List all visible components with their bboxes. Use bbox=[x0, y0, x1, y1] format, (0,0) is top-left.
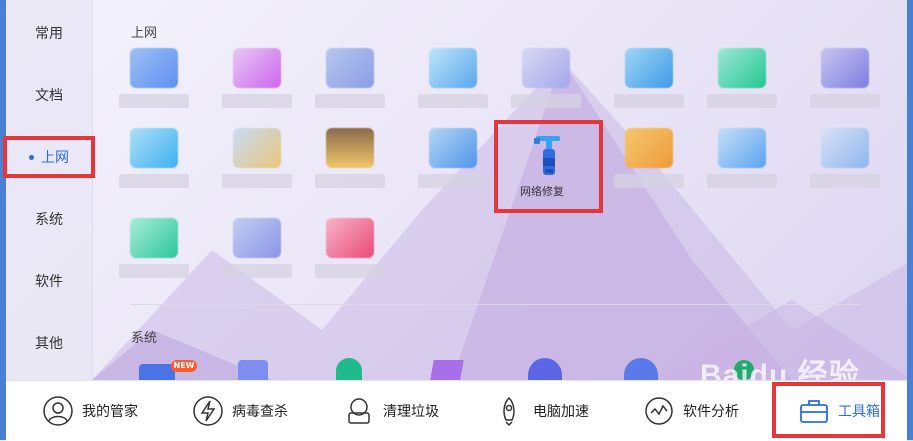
tool-tile[interactable] bbox=[217, 214, 297, 286]
tool-tile[interactable] bbox=[702, 124, 782, 196]
tool-tile[interactable] bbox=[114, 214, 194, 286]
system-tool-icon[interactable] bbox=[139, 364, 175, 380]
tool-tile[interactable] bbox=[217, 44, 297, 116]
nav-virus-scan[interactable]: 病毒查杀 bbox=[192, 381, 288, 441]
nav-software-analysis[interactable]: 软件分析 bbox=[643, 381, 739, 441]
tool-tile[interactable] bbox=[114, 44, 194, 116]
section-divider bbox=[130, 304, 860, 305]
section-title-internet: 上网 bbox=[131, 26, 158, 41]
tool-tile[interactable] bbox=[310, 124, 390, 196]
tool-tile[interactable] bbox=[413, 124, 493, 196]
category-sidebar: 常用 文档 上网 系统 软件 其他 bbox=[6, 0, 93, 380]
highlight-box-internet-tab bbox=[3, 136, 95, 178]
sidebar-item-documents[interactable]: 文档 bbox=[6, 64, 92, 126]
broom-icon bbox=[348, 398, 370, 424]
sidebar-item-common[interactable]: 常用 bbox=[6, 2, 92, 64]
tool-tile[interactable] bbox=[805, 124, 885, 196]
tool-tile[interactable] bbox=[609, 44, 689, 116]
nav-my-manager[interactable]: 我的管家 bbox=[42, 381, 138, 441]
sidebar-item-system[interactable]: 系统 bbox=[6, 188, 92, 250]
tool-tile[interactable] bbox=[114, 124, 194, 196]
sidebar-item-software[interactable]: 软件 bbox=[6, 250, 92, 312]
tool-tile[interactable] bbox=[217, 124, 297, 196]
nav-clean-junk[interactable]: 清理垃圾 bbox=[343, 381, 439, 441]
new-badge: NEW bbox=[171, 360, 197, 372]
avatar-icon bbox=[43, 396, 73, 426]
tool-tile[interactable] bbox=[413, 44, 493, 116]
sidebar-item-other[interactable]: 其他 bbox=[6, 312, 92, 374]
tool-tile[interactable] bbox=[805, 44, 885, 116]
lightning-shield-icon bbox=[193, 396, 223, 426]
rocket-icon bbox=[503, 396, 515, 427]
chart-circle-icon bbox=[645, 397, 673, 425]
tool-tile[interactable] bbox=[506, 44, 586, 116]
highlight-box-network-repair bbox=[494, 120, 603, 213]
tool-tile[interactable] bbox=[702, 44, 782, 116]
tool-tile[interactable] bbox=[609, 124, 689, 196]
system-tool-icon[interactable] bbox=[430, 360, 464, 380]
highlight-box-toolbox bbox=[772, 382, 885, 438]
section-title-system: 系统 bbox=[131, 331, 158, 346]
system-tool-icon[interactable] bbox=[336, 358, 362, 380]
nav-pc-speedup[interactable]: 电脑加速 bbox=[493, 381, 589, 441]
tool-tile[interactable] bbox=[310, 214, 390, 286]
window-edge-right bbox=[907, 0, 913, 440]
system-tool-icon[interactable] bbox=[238, 360, 268, 380]
tool-tile[interactable] bbox=[310, 44, 390, 116]
